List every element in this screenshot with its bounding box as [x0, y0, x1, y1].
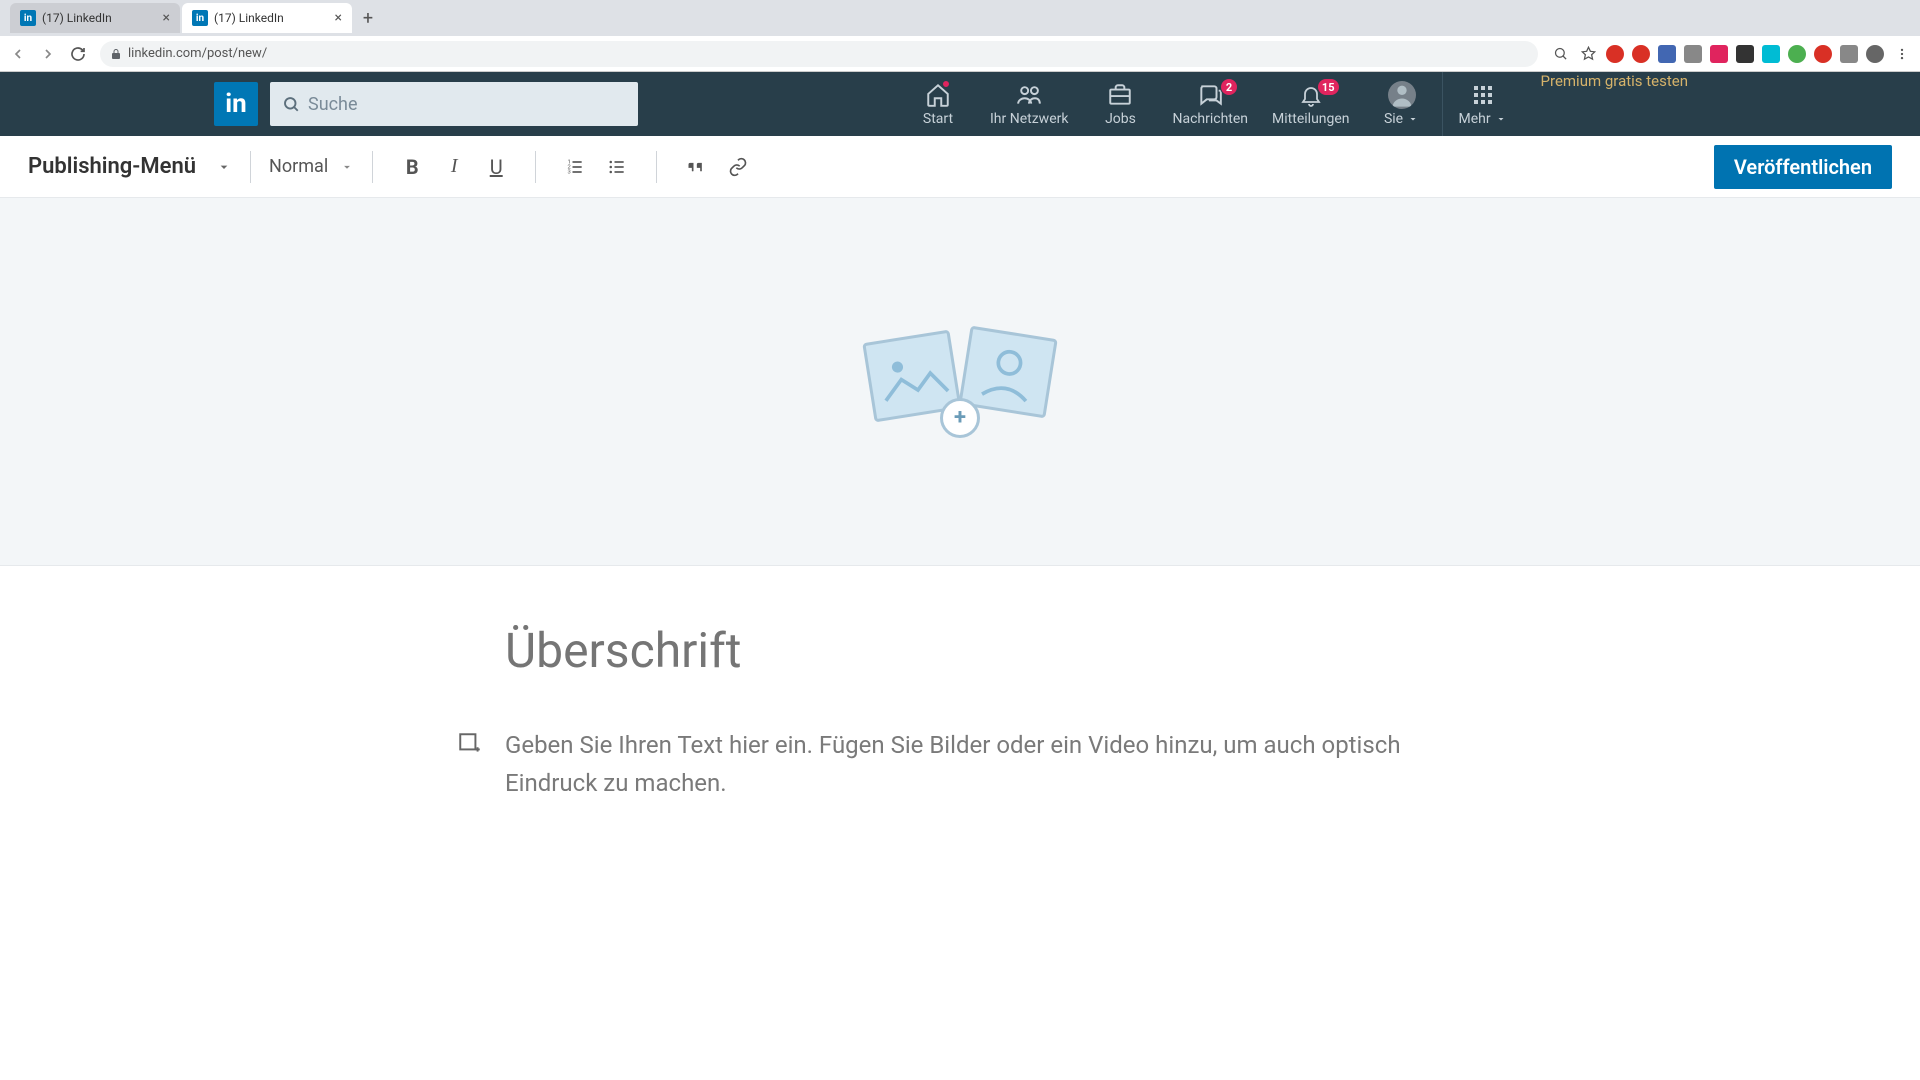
nav-messaging[interactable]: 2 Nachrichten [1160, 72, 1260, 136]
tab-title: (17) LinkedIn [42, 11, 157, 25]
profile-avatar-icon[interactable] [1866, 45, 1884, 63]
search-placeholder: Suche [308, 94, 358, 115]
bold-button[interactable]: B [395, 150, 429, 184]
toolbar-separator [656, 151, 657, 183]
add-cover-icon: + [940, 398, 980, 438]
caret-down-icon [340, 160, 354, 174]
nav-label: Mehr [1458, 111, 1490, 127]
nav-me[interactable]: Sie [1362, 72, 1442, 136]
add-media-button[interactable] [457, 731, 485, 759]
caret-down-icon [216, 159, 232, 175]
search-icon [282, 95, 300, 113]
nav-network[interactable]: Ihr Netzwerk [978, 72, 1080, 136]
extension-icon[interactable] [1658, 45, 1676, 63]
search-icon[interactable] [1550, 44, 1570, 64]
nav-label: Ihr Netzwerk [990, 111, 1068, 127]
publish-button[interactable]: Veröffentlichen [1714, 145, 1892, 189]
extension-icon[interactable] [1710, 45, 1728, 63]
underline-button[interactable]: U [479, 150, 513, 184]
extension-icon[interactable] [1632, 45, 1650, 63]
unordered-list-button[interactable] [600, 150, 634, 184]
nav-label: Sie [1384, 111, 1403, 127]
nav-jobs[interactable]: Jobs [1080, 72, 1160, 136]
apps-grid-icon [1471, 81, 1495, 109]
linkedin-favicon: in [192, 10, 208, 26]
bookmark-star-icon[interactable] [1578, 44, 1598, 64]
text-style-dropdown[interactable]: Normal [269, 156, 354, 177]
link-button[interactable] [721, 150, 755, 184]
extension-icon[interactable] [1606, 45, 1624, 63]
text-style-label: Normal [269, 156, 328, 177]
close-tab-icon[interactable]: × [335, 10, 342, 26]
ordered-list-button[interactable]: 123 [558, 150, 592, 184]
extension-icon[interactable] [1762, 45, 1780, 63]
close-tab-icon[interactable]: × [163, 10, 170, 26]
reload-button[interactable] [68, 44, 88, 64]
nav-home[interactable]: Start [898, 72, 978, 136]
nav-label: Start [923, 111, 953, 127]
cover-placeholder-graphic: + [860, 332, 1060, 432]
article-title-input[interactable] [505, 622, 1415, 679]
badge-count: 2 [1220, 78, 1238, 96]
premium-cta[interactable]: Premium gratis testen [1523, 72, 1706, 136]
tab-title: (17) LinkedIn [214, 11, 329, 25]
forward-button[interactable] [38, 44, 58, 64]
blockquote-button[interactable] [679, 150, 713, 184]
notification-dot [942, 80, 950, 88]
extension-icon[interactable] [1684, 45, 1702, 63]
editor-toolbar: Publishing-Menü Normal B I U 123 Veröffe… [0, 136, 1920, 198]
extension-icon[interactable] [1736, 45, 1754, 63]
svg-text:3: 3 [568, 169, 571, 175]
nav-label: Nachrichten [1172, 111, 1248, 127]
article-body-input[interactable]: Geben Sie Ihren Text hier ein. Fügen Sie… [505, 727, 1415, 803]
linkedin-logo[interactable]: in [214, 82, 258, 126]
lock-icon [110, 48, 122, 60]
nav-label: Mitteilungen [1272, 111, 1350, 127]
jobs-icon [1107, 81, 1133, 109]
caret-down-icon [1407, 113, 1419, 125]
browser-tab[interactable]: in (17) LinkedIn × [182, 3, 352, 33]
publishing-menu-dropdown[interactable]: Publishing-Menü [28, 154, 232, 179]
italic-button[interactable]: I [437, 150, 471, 184]
browser-chrome: in (17) LinkedIn × in (17) LinkedIn × + [0, 0, 1920, 72]
extension-icon[interactable] [1840, 45, 1858, 63]
avatar [1388, 81, 1416, 109]
url-bar[interactable]: linkedin.com/post/new/ [100, 41, 1538, 67]
address-bar-row: linkedin.com/post/new/ [0, 36, 1920, 72]
extension-icons [1550, 44, 1912, 64]
cover-image-area[interactable]: + [0, 198, 1920, 566]
linkedin-header: in Suche Start Ihr Netzwerk [0, 72, 1920, 136]
menu-icon[interactable] [1892, 44, 1912, 64]
back-button[interactable] [8, 44, 28, 64]
publishing-menu-label: Publishing-Menü [28, 154, 196, 179]
search-input[interactable]: Suche [270, 82, 638, 126]
tabs-bar: in (17) LinkedIn × in (17) LinkedIn × + [0, 0, 1920, 36]
url-text: linkedin.com/post/new/ [128, 46, 267, 61]
new-tab-button[interactable]: + [354, 4, 382, 32]
extension-icon[interactable] [1814, 45, 1832, 63]
nav-label: Jobs [1105, 111, 1136, 127]
nav-notifications[interactable]: 15 Mitteilungen [1260, 72, 1362, 136]
browser-tab[interactable]: in (17) LinkedIn × [10, 3, 180, 33]
toolbar-separator [372, 151, 373, 183]
extension-icon[interactable] [1788, 45, 1806, 63]
badge-count: 15 [1317, 78, 1340, 96]
toolbar-separator [535, 151, 536, 183]
caret-down-icon [1495, 113, 1507, 125]
nav-more[interactable]: Mehr [1443, 72, 1523, 136]
article-editor: Geben Sie Ihren Text hier ein. Fügen Sie… [465, 622, 1455, 803]
linkedin-favicon: in [20, 10, 36, 26]
primary-nav: Start Ihr Netzwerk Jobs 2 Nachrichten [898, 72, 1706, 136]
toolbar-separator [250, 151, 251, 183]
network-icon [1015, 81, 1043, 109]
